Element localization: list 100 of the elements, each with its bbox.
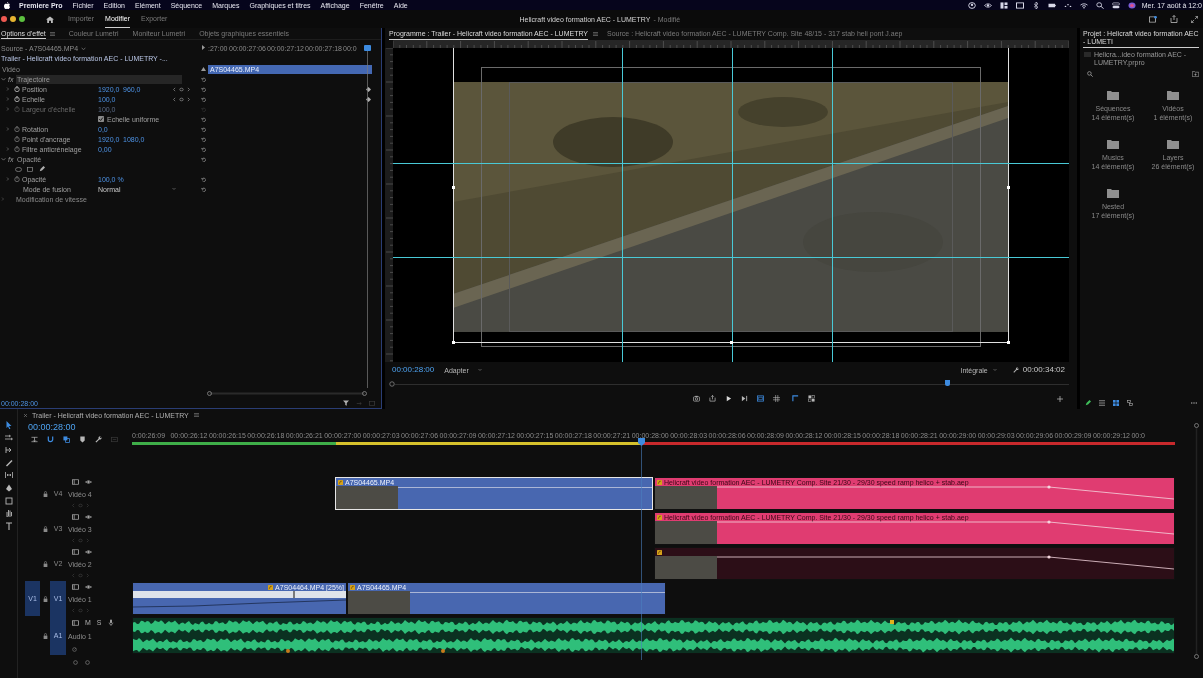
reset-icon[interactable] [200, 76, 206, 82]
eye-icon[interactable] [85, 584, 92, 590]
apple-logo-icon[interactable] [4, 1, 10, 9]
search-icon[interactable] [1095, 1, 1104, 9]
wifi-icon[interactable] [1079, 1, 1088, 9]
keyframe-navigator-icon[interactable] [173, 96, 190, 102]
rectangle-tool-icon[interactable] [4, 496, 13, 505]
down-arrow-icon[interactable] [31, 436, 38, 443]
zoom-scrollbar[interactable] [207, 390, 367, 396]
checkbox[interactable] [98, 116, 104, 122]
step-forward-icon[interactable] [741, 395, 748, 402]
chevron-icon[interactable] [1, 156, 6, 162]
battery-icon[interactable] [1047, 1, 1056, 9]
lock-icon[interactable] [43, 560, 48, 567]
eye-icon[interactable] [983, 1, 992, 9]
close-window-icon[interactable] [1, 16, 7, 22]
snap-icon[interactable] [47, 436, 54, 443]
lock-icon[interactable] [43, 632, 48, 639]
lock-icon[interactable] [43, 525, 48, 532]
orb-icon[interactable] [1127, 1, 1136, 9]
stopwatch-icon[interactable] [14, 136, 20, 142]
type-tool-icon[interactable] [4, 521, 13, 530]
frame-toggle-icon[interactable] [72, 479, 79, 485]
marker-icon[interactable] [79, 436, 86, 443]
knob-icon[interactable] [72, 647, 77, 652]
folder-icon[interactable] [1167, 139, 1179, 149]
share-icon[interactable] [1170, 15, 1178, 23]
stopwatch-icon[interactable] [14, 146, 20, 152]
window-icon[interactable] [1015, 1, 1024, 9]
safe-margins-icon[interactable] [757, 395, 764, 402]
vertical-scrollbar[interactable] [1193, 423, 1199, 659]
eye-icon[interactable] [85, 514, 92, 520]
home-icon[interactable] [46, 15, 54, 23]
marker-icon[interactable] [890, 620, 894, 624]
stopwatch-icon[interactable] [14, 126, 20, 132]
checker-icon[interactable] [808, 395, 815, 402]
circle-dot-icon[interactable] [967, 1, 976, 9]
plus-icon[interactable] [1057, 395, 1063, 402]
pen-tool-icon[interactable] [4, 483, 13, 492]
collapse-triangle-icon[interactable] [200, 67, 206, 71]
panel-menu-icon[interactable] [49, 31, 55, 36]
dots-icon[interactable] [1063, 1, 1072, 9]
eye-icon[interactable] [85, 479, 92, 485]
wrench-icon[interactable] [1012, 367, 1019, 373]
chevron-icon[interactable] [1, 76, 6, 82]
reset-icon[interactable] [200, 146, 206, 152]
folder-icon[interactable] [1107, 188, 1119, 198]
pencil-icon[interactable] [1085, 400, 1091, 406]
reset-icon[interactable] [200, 186, 206, 192]
frame-toggle-icon[interactable] [72, 514, 79, 520]
grid-icon[interactable] [773, 395, 780, 402]
quick-export-icon[interactable] [1149, 15, 1157, 23]
new-bin-icon[interactable] [1192, 71, 1199, 77]
export-frame-icon[interactable] [709, 395, 716, 402]
transform-handle[interactable] [452, 186, 455, 189]
ripple-edit-icon[interactable] [4, 446, 13, 455]
reset-icon[interactable] [200, 96, 206, 102]
reset-icon[interactable] [200, 116, 206, 122]
wrench-icon[interactable] [95, 436, 102, 443]
play-icon[interactable] [725, 395, 732, 402]
transform-handle[interactable] [1007, 186, 1010, 189]
rectangle-mask-icon[interactable] [27, 166, 33, 172]
frame-toggle-icon[interactable] [72, 619, 79, 626]
playhead[interactable] [364, 45, 371, 388]
slip-icon[interactable] [4, 471, 13, 480]
transform-handle[interactable] [452, 341, 455, 344]
more-icon[interactable] [1191, 400, 1197, 406]
reset-icon[interactable] [200, 86, 206, 92]
columns-icon[interactable] [999, 1, 1008, 9]
video-clip[interactable] [654, 547, 1175, 580]
chevron-down-icon[interactable] [81, 46, 87, 51]
search-icon[interactable] [1087, 71, 1093, 77]
sequence-timecode[interactable]: 00:00:28:00 [28, 423, 132, 433]
playhead-thumb[interactable] [944, 380, 950, 386]
reset-icon[interactable] [200, 136, 206, 142]
play-triangle-icon[interactable] [201, 45, 205, 50]
eye-icon[interactable] [85, 549, 92, 555]
scroll-handle-icon[interactable] [73, 660, 78, 665]
transform-handle[interactable] [730, 341, 733, 344]
camera-icon[interactable] [693, 395, 700, 402]
track-select-icon[interactable] [4, 433, 13, 442]
keyframe-navigator-icon[interactable] [173, 86, 190, 92]
bar-marker-icon[interactable] [293, 591, 295, 598]
panel-menu-icon[interactable] [193, 413, 199, 417]
linked-selection-icon[interactable] [63, 436, 70, 443]
lock-icon[interactable] [43, 490, 48, 497]
minimize-window-icon[interactable] [10, 16, 16, 22]
folder-icon[interactable] [1107, 90, 1119, 100]
playhead[interactable] [638, 438, 645, 660]
selection-tool-icon[interactable] [4, 421, 13, 429]
frame-toggle-icon[interactable] [72, 549, 79, 555]
stopwatch-icon[interactable] [14, 176, 20, 182]
folder-icon[interactable] [1167, 90, 1179, 100]
lock-icon[interactable] [43, 595, 48, 602]
bluetooth-icon[interactable] [1031, 1, 1040, 9]
close-icon[interactable] [24, 413, 27, 417]
playhead-timecode[interactable]: 00:00:28:00 [392, 366, 435, 374]
scroll-handle-icon[interactable] [85, 660, 90, 665]
transform-handle[interactable] [1007, 341, 1010, 344]
corner-icon[interactable] [792, 395, 799, 402]
